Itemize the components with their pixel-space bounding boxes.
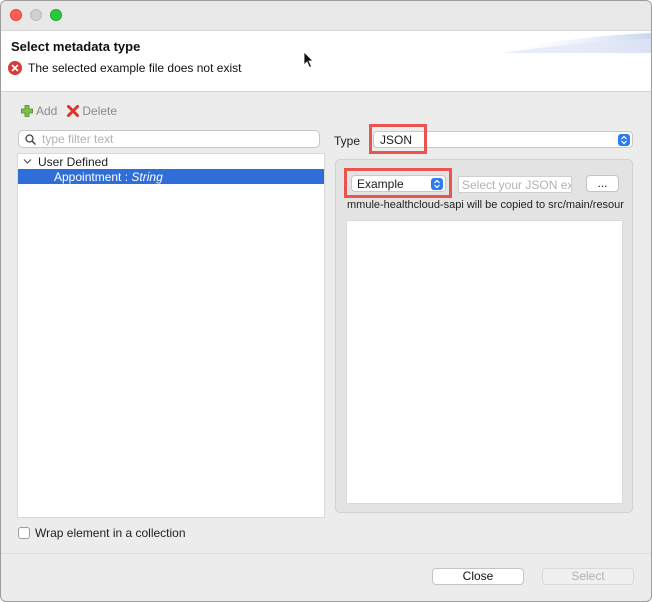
metadata-toolbar: Add Delete (21, 104, 127, 118)
example-mode-value: Example (357, 176, 404, 191)
search-icon (25, 133, 36, 145)
mouse-pointer-icon (303, 51, 314, 69)
type-select[interactable]: JSON (373, 131, 633, 148)
type-label: Type (334, 134, 361, 148)
metadata-type-dialog: Select metadata type The selected exampl… (0, 0, 652, 602)
wrap-collection-checkbox[interactable] (18, 527, 30, 539)
add-button[interactable]: Add (21, 104, 57, 118)
title-bar (1, 1, 651, 31)
json-path-input[interactable] (459, 177, 571, 192)
tree-item-appointment[interactable]: Appointment : String (18, 169, 324, 184)
filter-input[interactable] (42, 132, 312, 146)
updown-arrow-icon (618, 134, 630, 146)
copy-note: mmule-healthcloud-sapi will be copied to… (347, 199, 624, 211)
delete-x-icon (67, 105, 80, 117)
delete-button[interactable]: Delete (67, 104, 117, 118)
error-icon (8, 61, 22, 75)
chevron-down-icon[interactable] (23, 157, 32, 166)
footer-divider (1, 553, 651, 554)
browse-button[interactable]: ... (586, 175, 619, 192)
window-close-button[interactable] (10, 9, 22, 21)
tree-item-label: Appointment : String (54, 170, 163, 184)
select-button[interactable]: Select (542, 568, 634, 585)
tree-group-user-defined[interactable]: User Defined (18, 154, 324, 169)
tree-group-label: User Defined (38, 154, 109, 169)
error-row: The selected example file does not exist (8, 61, 241, 75)
add-button-label: Add (36, 104, 58, 118)
tree-item-type: String (131, 169, 163, 184)
wrap-collection-option[interactable]: Wrap element in a collection (18, 526, 186, 540)
dialog-title: Select metadata type (11, 39, 141, 54)
tree-item-separator: : (121, 169, 132, 184)
tree-item-name: Appointment (54, 169, 122, 184)
window-minimize-button[interactable] (30, 9, 42, 21)
example-mode-select[interactable]: Example (351, 175, 446, 192)
plus-icon (21, 105, 33, 117)
dialog-header: Select metadata type The selected exampl… (1, 31, 651, 92)
error-message: The selected example file does not exist (28, 61, 242, 75)
header-banner-graphic (491, 33, 651, 53)
example-preview-area[interactable] (346, 220, 623, 504)
window-maximize-button[interactable] (50, 9, 62, 21)
close-button[interactable]: Close (432, 568, 524, 585)
updown-arrow-icon (431, 178, 443, 190)
delete-button-label: Delete (82, 104, 118, 118)
filter-field[interactable] (18, 130, 320, 148)
json-path-field[interactable] (458, 176, 572, 193)
wrap-collection-label: Wrap element in a collection (35, 526, 186, 540)
metadata-tree[interactable]: User Defined Appointment : String (17, 153, 325, 518)
type-select-value: JSON (380, 132, 413, 147)
